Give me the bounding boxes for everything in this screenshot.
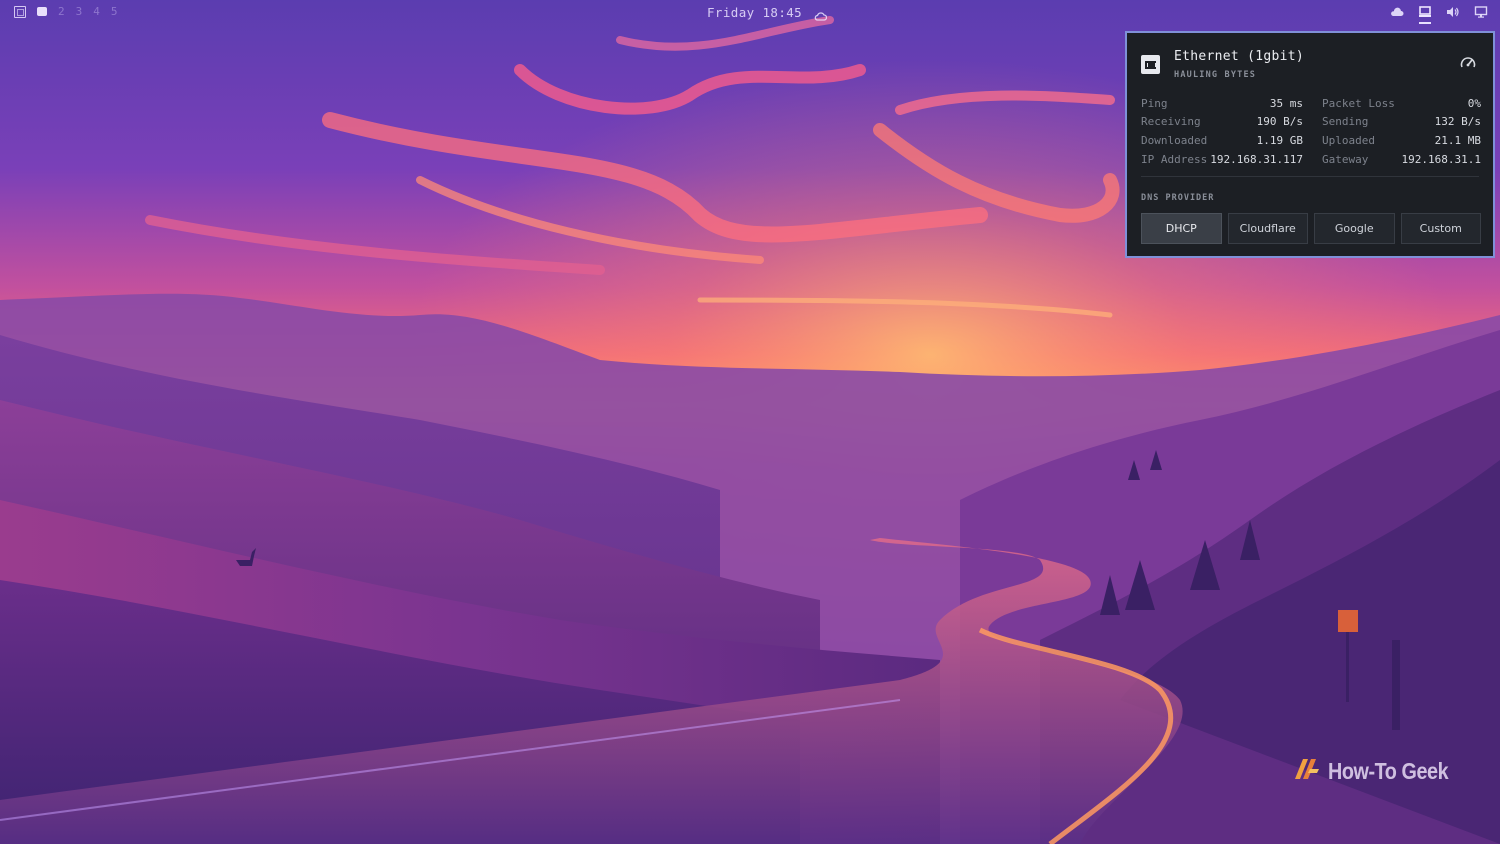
stat-value: 35 ms <box>1269 96 1303 110</box>
stat-receiving: Receiving 190 B/s <box>1141 115 1311 128</box>
stat-value: 1.19 GB <box>1256 133 1303 147</box>
stat-label: Ping <box>1141 96 1168 110</box>
laptop-network-icon[interactable] <box>1418 5 1432 24</box>
dns-option-dhcp[interactable]: DHCP <box>1141 213 1222 244</box>
dns-provider-selector: DHCP Cloudflare Google Custom <box>1141 213 1481 244</box>
stat-downloaded: Downloaded 1.19 GB <box>1141 134 1311 147</box>
stat-uploaded: Uploaded 21.1 MB <box>1311 134 1481 147</box>
workspace-switcher: 2 3 4 5 <box>14 5 118 18</box>
network-stats: Ping 35 ms Packet Loss 0% Receiving 190 … <box>1141 94 1481 168</box>
watermark: How-To Geek <box>1292 755 1468 787</box>
dns-option-cloudflare[interactable]: Cloudflare <box>1227 213 1308 244</box>
stat-gateway: Gateway 192.168.31.1 <box>1311 153 1481 166</box>
workspace-4[interactable]: 4 <box>93 5 100 18</box>
howtogeek-logo-icon <box>1292 755 1322 787</box>
workspace-3[interactable]: 3 <box>76 5 83 18</box>
network-panel-header: Ethernet (1gbit) HAULING BYTES <box>1141 49 1479 83</box>
monitor-icon[interactable] <box>1474 5 1488 19</box>
stat-label: Gateway <box>1322 152 1369 166</box>
workspace-2[interactable]: 2 <box>58 5 65 18</box>
clock-text: Friday 18:45 <box>707 5 803 20</box>
stat-ping: Ping 35 ms <box>1141 97 1311 110</box>
stat-label: Sending <box>1322 115 1369 129</box>
ethernet-icon <box>1141 55 1160 74</box>
top-bar: 2 3 4 5 Friday 18:45 <box>0 0 1500 26</box>
stats-row: Receiving 190 B/s Sending 132 B/s <box>1141 113 1481 132</box>
divider <box>1141 176 1479 177</box>
stat-value: 190 B/s <box>1256 115 1303 129</box>
stat-value: 192.168.31.117 <box>1210 152 1303 166</box>
system-tray <box>1390 5 1488 24</box>
dns-option-google[interactable]: Google <box>1314 213 1395 244</box>
stats-row: IP Address 192.168.31.117 Gateway 192.16… <box>1141 150 1481 169</box>
cloud-weather-icon[interactable] <box>1390 5 1404 19</box>
stats-row: Downloaded 1.19 GB Uploaded 21.1 MB <box>1141 131 1481 150</box>
weather-cloud-icon <box>814 9 828 21</box>
stat-packet-loss: Packet Loss 0% <box>1311 97 1481 110</box>
workspace-overview-icon[interactable] <box>14 5 26 18</box>
watermark-text: How-To Geek <box>1328 757 1449 784</box>
clock-widget[interactable]: Friday 18:45 <box>707 5 828 21</box>
stats-row: Ping 35 ms Packet Loss 0% <box>1141 94 1481 113</box>
volume-icon[interactable] <box>1446 5 1460 19</box>
dns-option-custom[interactable]: Custom <box>1400 213 1481 244</box>
stat-value: 0% <box>1467 96 1481 110</box>
connection-subtitle: HAULING BYTES <box>1174 70 1257 80</box>
stat-value: 21.1 MB <box>1434 133 1481 147</box>
stat-sending: Sending 132 B/s <box>1311 115 1481 128</box>
stat-label: Receiving <box>1141 115 1201 129</box>
stat-label: Downloaded <box>1141 133 1208 147</box>
stat-label: Packet Loss <box>1322 96 1395 110</box>
dns-provider-label: DNS PROVIDER <box>1141 193 1215 203</box>
stat-label: Uploaded <box>1322 133 1375 147</box>
network-panel: Ethernet (1gbit) HAULING BYTES Ping 35 m… <box>1125 31 1495 258</box>
workspace-5[interactable]: 5 <box>111 5 118 18</box>
workspace-1-active-indicator[interactable] <box>37 7 47 16</box>
stat-ip-address: IP Address 192.168.31.117 <box>1141 153 1311 166</box>
speedtest-gauge-icon[interactable] <box>1459 54 1477 72</box>
stat-label: IP Address <box>1141 152 1208 166</box>
connection-title: Ethernet (1gbit) <box>1174 49 1305 64</box>
stat-value: 132 B/s <box>1434 115 1481 129</box>
stat-value: 192.168.31.1 <box>1401 152 1481 166</box>
